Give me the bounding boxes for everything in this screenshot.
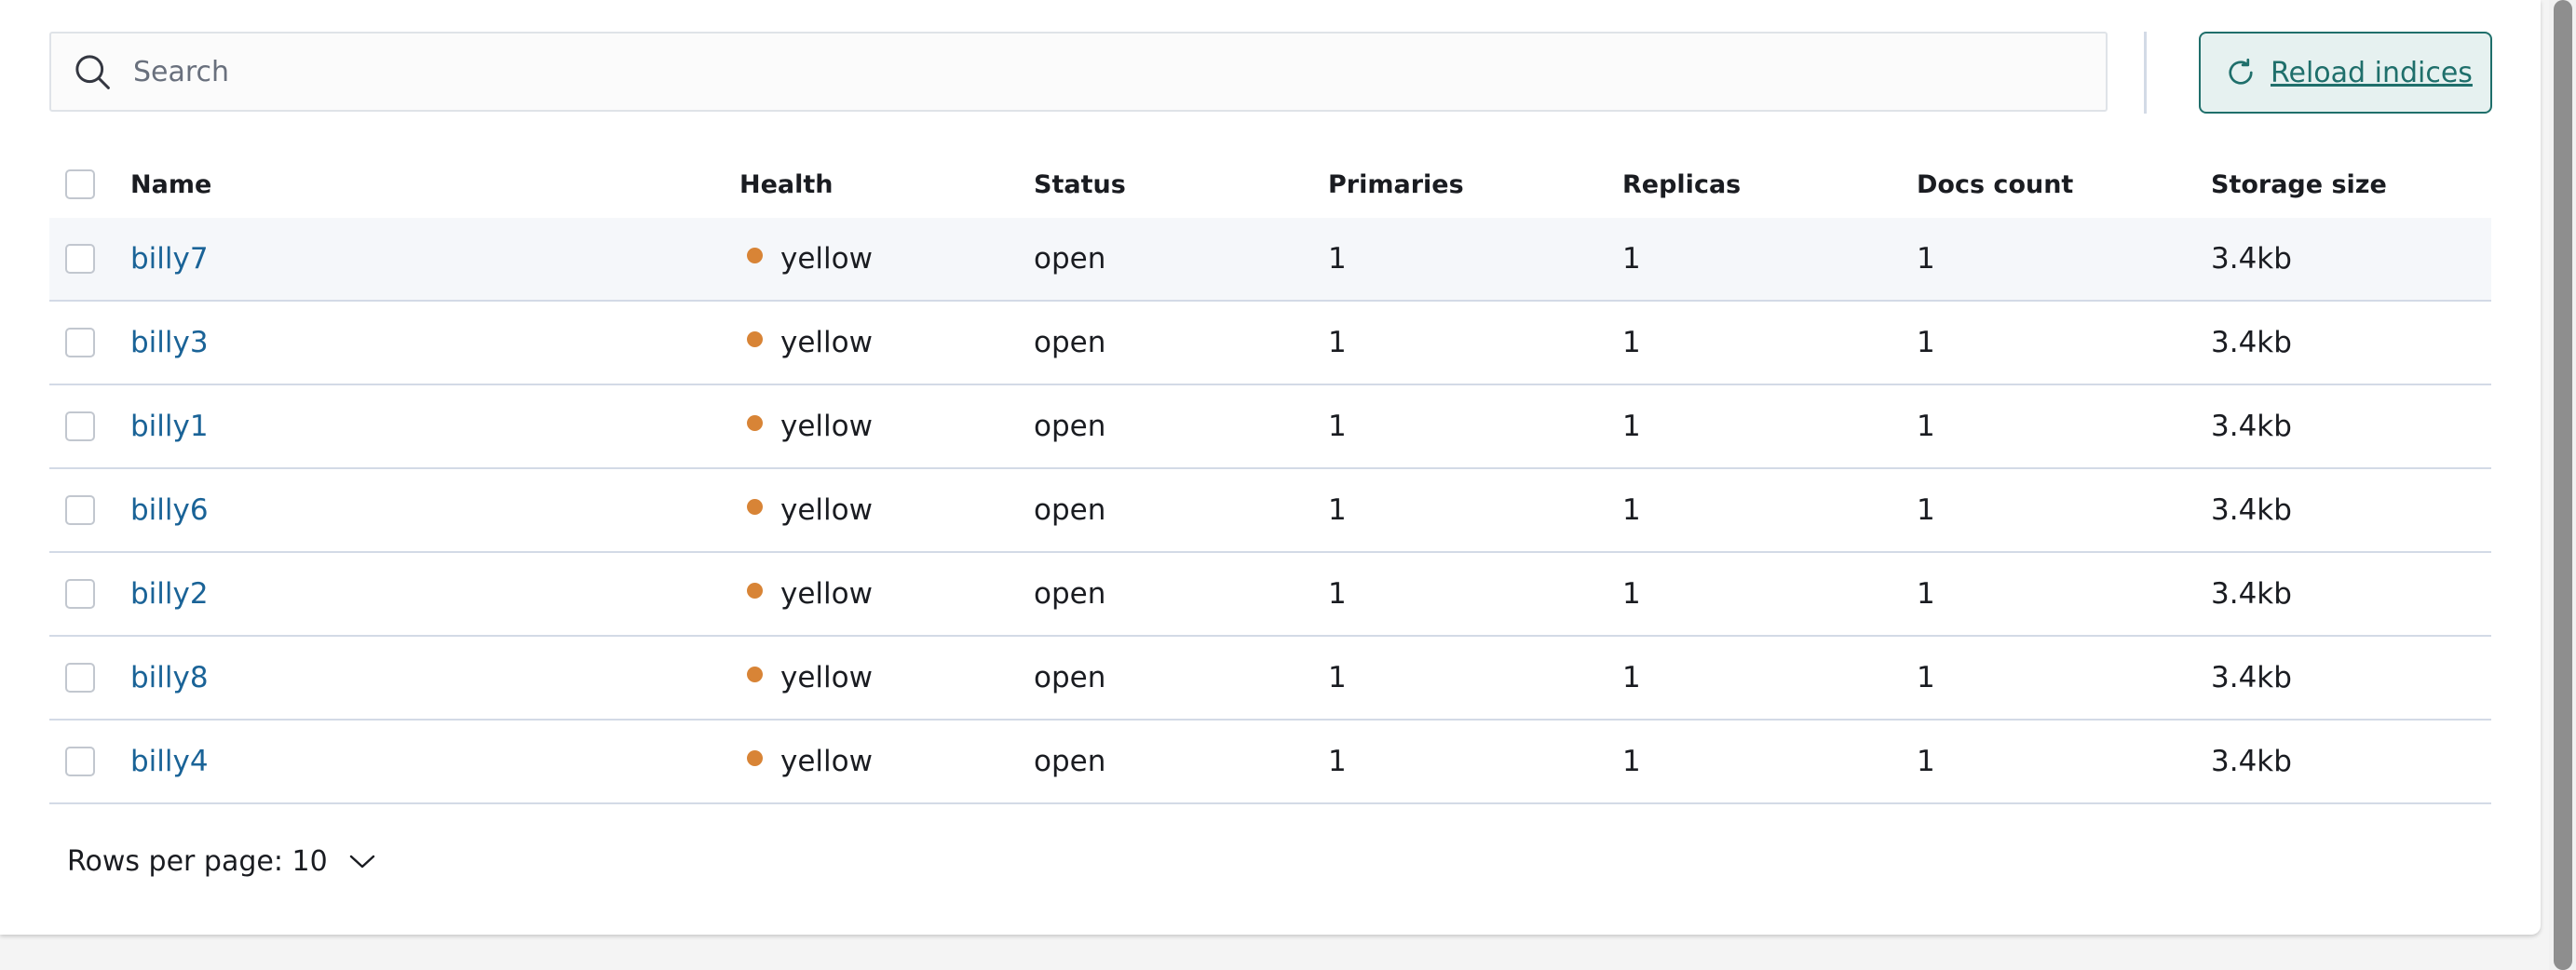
storage-size-cell: 3.4kb (2211, 745, 2292, 778)
search-input[interactable] (131, 43, 1998, 101)
status-cell: open (1034, 326, 1106, 359)
docs-count-cell: 1 (1917, 493, 1935, 527)
index-name-link[interactable]: billy1 (130, 410, 209, 443)
primaries-cell: 1 (1328, 577, 1347, 611)
storage-size-cell: 3.4kb (2211, 661, 2292, 694)
column-header-replicas[interactable]: Replicas (1622, 151, 1741, 218)
row-checkbox[interactable] (65, 663, 95, 693)
table-row: billy7 yellow open 1 1 1 3.4kb (49, 218, 2491, 302)
reload-indices-button[interactable]: Reload indices (2199, 32, 2492, 114)
health-text: yellow (780, 745, 873, 778)
storage-size-cell: 3.4kb (2211, 410, 2292, 443)
health-text: yellow (780, 242, 873, 276)
index-name-link[interactable]: billy6 (130, 493, 209, 527)
table-row: billy8 yellow open 1 1 1 3.4kb (49, 637, 2491, 721)
primaries-cell: 1 (1328, 493, 1347, 527)
replicas-cell: 1 (1622, 577, 1641, 611)
row-checkbox[interactable] (65, 495, 95, 525)
health-dot-icon (747, 582, 763, 599)
health-text: yellow (780, 326, 873, 359)
health-dot-icon (747, 498, 763, 515)
primaries-cell: 1 (1328, 661, 1347, 694)
search-icon (75, 55, 110, 89)
storage-size-cell: 3.4kb (2211, 242, 2292, 276)
storage-size-cell: 3.4kb (2211, 326, 2292, 359)
column-header-docs-count[interactable]: Docs count (1917, 151, 2073, 218)
table-row: billy2 yellow open 1 1 1 3.4kb (49, 553, 2491, 637)
docs-count-cell: 1 (1917, 242, 1935, 276)
row-checkbox[interactable] (65, 411, 95, 441)
primaries-cell: 1 (1328, 410, 1347, 443)
health-dot-icon (747, 330, 763, 347)
reload-indices-label: Reload indices (2271, 56, 2473, 89)
toolbar-divider (2144, 32, 2147, 114)
table-row: billy6 yellow open 1 1 1 3.4kb (49, 469, 2491, 553)
table-row: billy1 yellow open 1 1 1 3.4kb (49, 385, 2491, 469)
docs-count-cell: 1 (1917, 745, 1935, 778)
chevron-down-icon (349, 855, 374, 869)
column-header-status[interactable]: Status (1034, 151, 1126, 218)
status-cell: open (1034, 242, 1106, 276)
storage-size-cell: 3.4kb (2211, 577, 2292, 611)
row-checkbox[interactable] (65, 328, 95, 357)
replicas-cell: 1 (1622, 326, 1641, 359)
column-header-primaries[interactable]: Primaries (1328, 151, 1464, 218)
replicas-cell: 1 (1622, 242, 1641, 276)
health-text: yellow (780, 661, 873, 694)
refresh-icon (2229, 58, 2253, 85)
scrollbar-thumb[interactable] (2554, 0, 2572, 970)
storage-size-cell: 3.4kb (2211, 493, 2292, 527)
replicas-cell: 1 (1622, 493, 1641, 527)
docs-count-cell: 1 (1917, 661, 1935, 694)
primaries-cell: 1 (1328, 242, 1347, 276)
column-header-storage-size[interactable]: Storage size (2211, 151, 2387, 218)
docs-count-cell: 1 (1917, 410, 1935, 443)
health-text: yellow (780, 410, 873, 443)
health-dot-icon (747, 749, 763, 766)
column-header-health[interactable]: Health (739, 151, 834, 218)
column-header-name[interactable]: Name (130, 151, 211, 218)
status-cell: open (1034, 661, 1106, 694)
search-box[interactable] (49, 32, 2108, 112)
primaries-cell: 1 (1328, 745, 1347, 778)
health-text: yellow (780, 577, 873, 611)
index-name-link[interactable]: billy7 (130, 242, 209, 276)
index-name-link[interactable]: billy4 (130, 745, 209, 778)
status-cell: open (1034, 745, 1106, 778)
docs-count-cell: 1 (1917, 577, 1935, 611)
table-row: billy4 yellow open 1 1 1 3.4kb (49, 721, 2491, 804)
status-cell: open (1034, 493, 1106, 527)
status-cell: open (1034, 577, 1106, 611)
health-dot-icon (747, 666, 763, 682)
health-dot-icon (747, 414, 763, 431)
docs-count-cell: 1 (1917, 326, 1935, 359)
row-checkbox[interactable] (65, 747, 95, 776)
replicas-cell: 1 (1622, 410, 1641, 443)
primaries-cell: 1 (1328, 326, 1347, 359)
select-all-checkbox[interactable] (65, 169, 95, 199)
rows-per-page-label: Rows per page: 10 (67, 844, 328, 878)
row-checkbox[interactable] (65, 244, 95, 274)
health-text: yellow (780, 493, 873, 527)
replicas-cell: 1 (1622, 745, 1641, 778)
status-cell: open (1034, 410, 1106, 443)
table-header: Name Health Status Primaries Replicas Do… (49, 151, 2491, 220)
table-row: billy3 yellow open 1 1 1 3.4kb (49, 302, 2491, 385)
rows-per-page-button[interactable]: Rows per page: 10 (67, 841, 376, 882)
index-name-link[interactable]: billy8 (130, 661, 209, 694)
index-name-link[interactable]: billy2 (130, 577, 209, 611)
row-checkbox[interactable] (65, 579, 95, 609)
health-dot-icon (747, 247, 763, 263)
index-name-link[interactable]: billy3 (130, 326, 209, 359)
replicas-cell: 1 (1622, 661, 1641, 694)
